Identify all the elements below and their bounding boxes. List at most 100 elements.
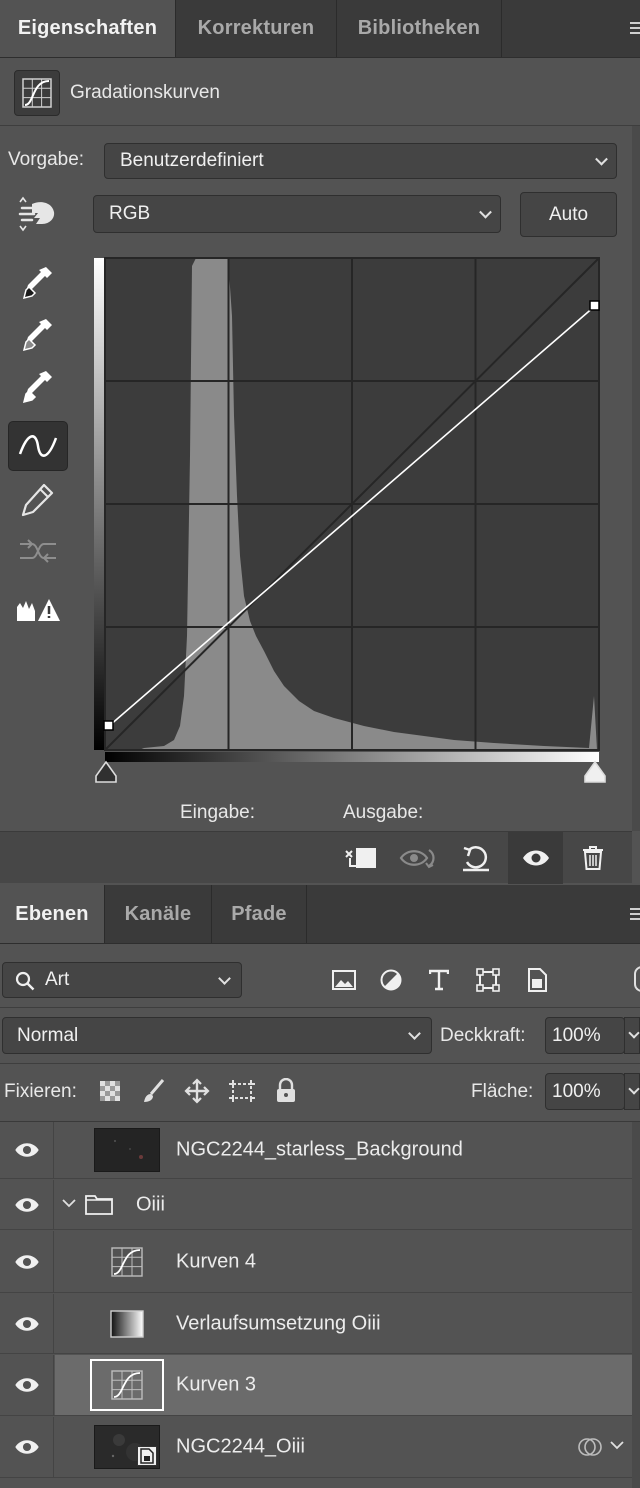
tab-pfade[interactable]: Pfade	[212, 885, 307, 943]
delete-icon[interactable]	[568, 832, 618, 884]
layer-visibility-icon[interactable]	[0, 1355, 54, 1415]
layer-visibility-icon[interactable]	[0, 1417, 54, 1477]
layer-name: Oiii	[136, 1193, 165, 1215]
layer-row-selected[interactable]: Kurven 3	[0, 1355, 632, 1416]
layer-thumbnail	[94, 1128, 160, 1172]
curves-graph[interactable]	[94, 256, 612, 786]
curve-point-white	[589, 300, 600, 311]
white-point-slider	[584, 760, 606, 783]
layer-filter-dropdown[interactable]: Art	[2, 962, 242, 998]
adjustment-header: Gradationskurven	[0, 58, 640, 126]
curve-point-black	[103, 720, 114, 731]
clip-to-layer-icon[interactable]	[335, 832, 385, 884]
filter-toggle-icon[interactable]	[634, 966, 640, 992]
gradient-map-icon	[110, 1309, 144, 1338]
lock-artboard-icon[interactable]	[227, 1076, 257, 1106]
layer-visibility-icon[interactable]	[0, 1122, 54, 1178]
properties-bottom-bar	[0, 831, 632, 884]
shape-layer-filter-icon[interactable]	[472, 964, 504, 996]
fill-label: Fläche:	[471, 1081, 534, 1102]
blend-mode-value: Normal	[17, 1024, 79, 1046]
adjustment-layer-filter-icon[interactable]	[375, 964, 407, 996]
blend-if-icon	[578, 1438, 602, 1456]
input-label: Eingabe:	[180, 802, 256, 823]
fill-slider-toggle[interactable]	[624, 1073, 640, 1110]
black-eyedropper-icon[interactable]	[8, 258, 68, 308]
layer-name: Kurven 3	[176, 1373, 257, 1396]
clipping-warning-icon[interactable]	[8, 585, 68, 635]
blend-mode-dropdown[interactable]: Normal	[2, 1017, 432, 1054]
curves-adjustment-icon	[90, 1359, 164, 1411]
target-adjust-icon[interactable]	[16, 196, 60, 232]
preset-value: Benutzerdefiniert	[120, 150, 264, 171]
chevron-down-icon	[628, 1027, 640, 1039]
gray-eyedropper-icon[interactable]	[8, 310, 68, 360]
layer-name: NGC2244_Oiii	[176, 1435, 305, 1458]
lock-all-icon[interactable]	[271, 1076, 301, 1106]
layer-name: NGC2244_starless_Background	[176, 1138, 463, 1161]
tab-ebenen[interactable]: Ebenen	[0, 885, 105, 943]
smart-object-badge-icon	[137, 1446, 157, 1466]
layers-scrollbar[interactable]	[632, 1122, 640, 1488]
opacity-label: Deckkraft:	[440, 1025, 526, 1046]
view-previous-state-icon[interactable]	[394, 832, 444, 884]
auto-button[interactable]: Auto	[520, 192, 617, 237]
lock-position-icon[interactable]	[182, 1076, 212, 1106]
layer-visibility-icon[interactable]	[0, 1294, 54, 1353]
curve-point-icon[interactable]	[8, 421, 68, 471]
layers-tab-bar: Ebenen Kanäle Pfade	[0, 885, 640, 944]
white-eyedropper-icon[interactable]	[8, 362, 68, 412]
tab-eigenschaften[interactable]: Eigenschaften	[0, 0, 176, 57]
chevron-down-icon	[595, 152, 608, 166]
tab-korrekturen[interactable]: Korrekturen	[176, 0, 337, 57]
curves-adjustment-icon	[14, 70, 60, 116]
channel-value: RGB	[109, 203, 151, 224]
chevron-down-icon	[218, 972, 231, 985]
type-layer-filter-icon[interactable]	[423, 964, 455, 996]
pencil-icon[interactable]	[8, 474, 68, 524]
layer-row[interactable]: NGC2244_starless_Background	[0, 1122, 632, 1179]
layer-group-row[interactable]: Oiii	[0, 1180, 632, 1230]
properties-tab-bar: Eigenschaften Korrekturen Bibliotheken	[0, 0, 640, 58]
chevron-down-icon	[479, 205, 492, 219]
opacity-value: 100%	[552, 1024, 601, 1046]
layer-name: Kurven 4	[176, 1250, 257, 1272]
layer-row[interactable]: Kurven 4	[0, 1231, 632, 1293]
tab-kanaele[interactable]: Kanäle	[105, 885, 212, 943]
curves-adjustment-icon	[111, 1246, 143, 1277]
black-point-slider	[95, 760, 117, 783]
search-icon	[15, 971, 35, 991]
folder-icon	[85, 1195, 113, 1215]
preset-label: Vorgabe:	[8, 149, 85, 170]
properties-scrollbar[interactable]	[632, 126, 640, 831]
layer-row[interactable]: Verlaufsumsetzung Oiii	[0, 1294, 632, 1354]
lock-label: Fixieren:	[4, 1081, 77, 1102]
chevron-down-icon	[628, 1083, 640, 1095]
smart-object-filter-icon[interactable]	[521, 964, 553, 996]
fill-input[interactable]: 100%	[545, 1073, 625, 1110]
tab-bibliotheken[interactable]: Bibliotheken	[337, 0, 502, 57]
opacity-input[interactable]: 100%	[545, 1017, 625, 1054]
visibility-icon[interactable]	[508, 832, 563, 884]
preset-dropdown[interactable]: Benutzerdefiniert	[104, 143, 617, 179]
fill-value: 100%	[552, 1080, 601, 1102]
pixel-layer-filter-icon[interactable]	[328, 964, 360, 996]
layer-row[interactable]: NGC2244_Oiii	[0, 1417, 632, 1478]
smooth-curve-icon[interactable]	[8, 526, 68, 576]
opacity-slider-toggle[interactable]	[624, 1017, 640, 1054]
layer-visibility-icon[interactable]	[0, 1180, 54, 1229]
reset-icon[interactable]	[451, 832, 501, 884]
output-label: Ausgabe:	[343, 802, 424, 823]
layer-thumbnail	[94, 1425, 160, 1469]
chevron-down-icon[interactable]	[609, 1439, 625, 1451]
chevron-down-icon[interactable]	[61, 1197, 77, 1209]
panel-menu-icon[interactable]	[630, 22, 640, 34]
layer-name: Verlaufsumsetzung Oiii	[176, 1312, 381, 1334]
lock-transparency-icon[interactable]	[95, 1076, 125, 1106]
adjustment-title: Gradationskurven	[70, 82, 220, 103]
chevron-down-icon	[408, 1027, 421, 1040]
lock-image-pixels-icon[interactable]	[138, 1076, 168, 1106]
panel-menu-icon[interactable]	[630, 908, 640, 920]
channel-dropdown[interactable]: RGB	[93, 195, 501, 233]
layer-visibility-icon[interactable]	[0, 1231, 54, 1292]
